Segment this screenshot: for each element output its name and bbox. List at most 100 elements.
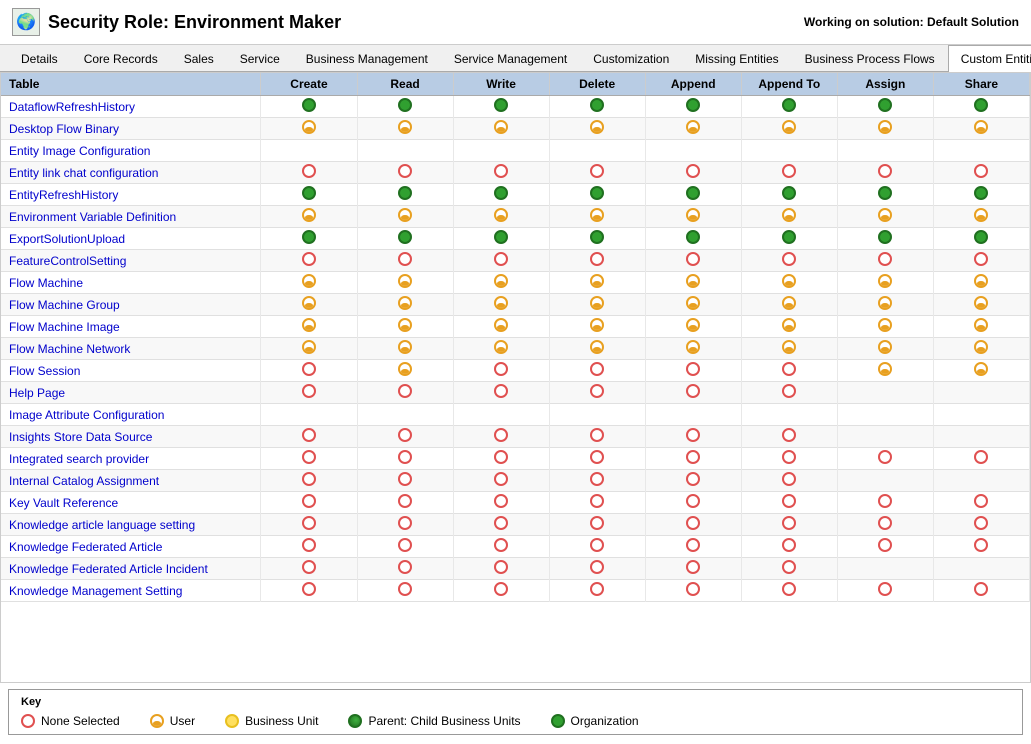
cell-assign[interactable] bbox=[837, 272, 933, 294]
user-perm-icon[interactable] bbox=[302, 318, 316, 332]
cell-share[interactable] bbox=[933, 448, 1029, 470]
cell-create[interactable] bbox=[261, 558, 357, 580]
cell-share[interactable] bbox=[933, 580, 1029, 602]
cell-create[interactable] bbox=[261, 448, 357, 470]
org-perm-icon[interactable] bbox=[878, 98, 892, 112]
cell-delete[interactable] bbox=[549, 558, 645, 580]
org-perm-icon[interactable] bbox=[686, 230, 700, 244]
cell-assign[interactable] bbox=[837, 470, 933, 492]
user-perm-icon[interactable] bbox=[494, 296, 508, 310]
user-perm-icon[interactable] bbox=[878, 274, 892, 288]
none-selected-icon[interactable] bbox=[878, 252, 892, 266]
none-selected-icon[interactable] bbox=[494, 450, 508, 464]
cell-assign[interactable] bbox=[837, 382, 933, 404]
user-perm-icon[interactable] bbox=[686, 318, 700, 332]
none-selected-icon[interactable] bbox=[398, 560, 412, 574]
tab-business-process-flows[interactable]: Business Process Flows bbox=[792, 45, 948, 72]
none-selected-icon[interactable] bbox=[494, 538, 508, 552]
user-perm-icon[interactable] bbox=[302, 120, 316, 134]
org-perm-icon[interactable] bbox=[782, 230, 796, 244]
none-selected-icon[interactable] bbox=[686, 384, 700, 398]
user-perm-icon[interactable] bbox=[878, 362, 892, 376]
cell-append[interactable] bbox=[645, 426, 741, 448]
cell-read[interactable] bbox=[357, 426, 453, 448]
none-selected-icon[interactable] bbox=[782, 428, 796, 442]
cell-delete[interactable] bbox=[549, 96, 645, 118]
cell-create[interactable] bbox=[261, 492, 357, 514]
cell-write[interactable] bbox=[453, 316, 549, 338]
none-selected-icon[interactable] bbox=[494, 516, 508, 530]
cell-create[interactable] bbox=[261, 316, 357, 338]
cell-delete[interactable] bbox=[549, 580, 645, 602]
user-perm-icon[interactable] bbox=[398, 318, 412, 332]
none-selected-icon[interactable] bbox=[302, 582, 316, 596]
tab-details[interactable]: Details bbox=[8, 45, 71, 72]
none-selected-icon[interactable] bbox=[398, 516, 412, 530]
cell-append[interactable] bbox=[645, 580, 741, 602]
cell-append[interactable] bbox=[645, 96, 741, 118]
cell-appendTo[interactable] bbox=[741, 250, 837, 272]
cell-assign[interactable] bbox=[837, 338, 933, 360]
cell-append[interactable] bbox=[645, 272, 741, 294]
org-perm-icon[interactable] bbox=[494, 186, 508, 200]
cell-appendTo[interactable] bbox=[741, 404, 837, 426]
none-selected-icon[interactable] bbox=[590, 538, 604, 552]
cell-create[interactable] bbox=[261, 536, 357, 558]
cell-share[interactable] bbox=[933, 492, 1029, 514]
none-selected-icon[interactable] bbox=[782, 450, 796, 464]
org-perm-icon[interactable] bbox=[398, 98, 412, 112]
cell-read[interactable] bbox=[357, 184, 453, 206]
none-selected-icon[interactable] bbox=[782, 384, 796, 398]
org-perm-icon[interactable] bbox=[974, 230, 988, 244]
cell-append[interactable] bbox=[645, 228, 741, 250]
org-perm-icon[interactable] bbox=[494, 98, 508, 112]
cell-create[interactable] bbox=[261, 404, 357, 426]
tab-business-management[interactable]: Business Management bbox=[293, 45, 441, 72]
cell-append[interactable] bbox=[645, 470, 741, 492]
cell-delete[interactable] bbox=[549, 250, 645, 272]
user-perm-icon[interactable] bbox=[590, 340, 604, 354]
cell-share[interactable] bbox=[933, 294, 1029, 316]
cell-read[interactable] bbox=[357, 558, 453, 580]
cell-read[interactable] bbox=[357, 162, 453, 184]
none-selected-icon[interactable] bbox=[782, 538, 796, 552]
none-selected-icon[interactable] bbox=[782, 472, 796, 486]
cell-read[interactable] bbox=[357, 140, 453, 162]
cell-assign[interactable] bbox=[837, 118, 933, 140]
org-perm-icon[interactable] bbox=[302, 186, 316, 200]
cell-appendTo[interactable] bbox=[741, 470, 837, 492]
none-selected-icon[interactable] bbox=[494, 582, 508, 596]
cell-write[interactable] bbox=[453, 580, 549, 602]
cell-create[interactable] bbox=[261, 382, 357, 404]
user-perm-icon[interactable] bbox=[974, 296, 988, 310]
none-selected-icon[interactable] bbox=[686, 516, 700, 530]
cell-assign[interactable] bbox=[837, 228, 933, 250]
cell-share[interactable] bbox=[933, 536, 1029, 558]
cell-delete[interactable] bbox=[549, 514, 645, 536]
cell-read[interactable] bbox=[357, 536, 453, 558]
cell-share[interactable] bbox=[933, 514, 1029, 536]
cell-delete[interactable] bbox=[549, 360, 645, 382]
cell-delete[interactable] bbox=[549, 140, 645, 162]
user-perm-icon[interactable] bbox=[494, 208, 508, 222]
none-selected-icon[interactable] bbox=[302, 164, 316, 178]
cell-create[interactable] bbox=[261, 338, 357, 360]
user-perm-icon[interactable] bbox=[302, 340, 316, 354]
cell-write[interactable] bbox=[453, 558, 549, 580]
user-perm-icon[interactable] bbox=[782, 318, 796, 332]
none-selected-icon[interactable] bbox=[686, 560, 700, 574]
none-selected-icon[interactable] bbox=[302, 494, 316, 508]
none-selected-icon[interactable] bbox=[974, 582, 988, 596]
user-perm-icon[interactable] bbox=[398, 120, 412, 134]
cell-create[interactable] bbox=[261, 118, 357, 140]
tab-sales[interactable]: Sales bbox=[171, 45, 227, 72]
cell-read[interactable] bbox=[357, 250, 453, 272]
cell-write[interactable] bbox=[453, 96, 549, 118]
cell-read[interactable] bbox=[357, 228, 453, 250]
user-perm-icon[interactable] bbox=[686, 340, 700, 354]
cell-write[interactable] bbox=[453, 294, 549, 316]
cell-delete[interactable] bbox=[549, 404, 645, 426]
cell-delete[interactable] bbox=[549, 162, 645, 184]
org-perm-icon[interactable] bbox=[302, 98, 316, 112]
none-selected-icon[interactable] bbox=[302, 560, 316, 574]
